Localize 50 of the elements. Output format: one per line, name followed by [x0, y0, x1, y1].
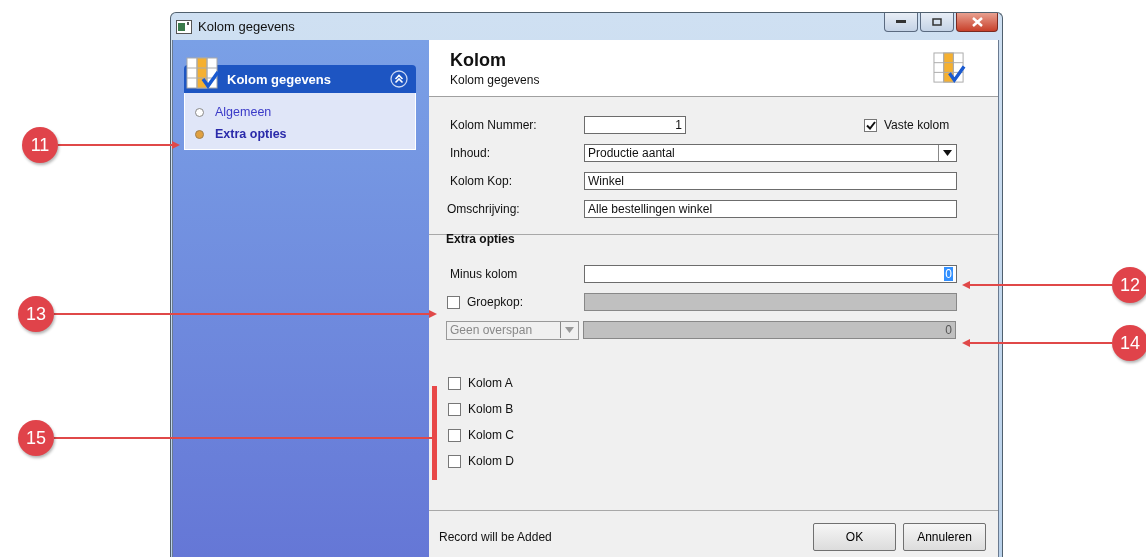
- field-label: Inhoud:: [449, 146, 492, 160]
- sidebar-item[interactable]: Extra opties: [215, 127, 287, 141]
- panel-title: Kolom gegevens: [227, 71, 333, 87]
- text-field[interactable]: Alle bestellingen winkel: [584, 200, 957, 218]
- bullet-icon: [195, 129, 204, 139]
- checkbox-label: Kolom C: [468, 428, 514, 442]
- checkbox-label: Vaste kolom: [884, 118, 950, 132]
- window-title: Kolom gegevens: [198, 19, 296, 34]
- checkbox[interactable]: [448, 454, 461, 468]
- section-title: Extra opties: [445, 235, 516, 248]
- field-label: Minus kolom: [449, 267, 519, 281]
- maximize-icon: [932, 18, 942, 26]
- field-label: Kolom Kop:: [449, 174, 514, 188]
- grid-check-icon: [933, 51, 966, 85]
- callout-badge: 14: [1112, 325, 1146, 361]
- header-subtitle: Kolom gegevens: [450, 72, 541, 87]
- checkbox[interactable]: [864, 118, 877, 132]
- sidebar-item[interactable]: Algemeen: [215, 105, 272, 119]
- collapse-icon[interactable]: [390, 70, 408, 88]
- grid-check-icon: [186, 57, 220, 91]
- checkbox[interactable]: [448, 428, 461, 442]
- bullet-icon: [195, 107, 204, 117]
- checkbox-label: Kolom B: [468, 402, 514, 416]
- callout-badge: 13: [18, 296, 54, 332]
- field-label: Kolom Nummer:: [449, 118, 538, 132]
- field-label: Omschrijving:: [447, 202, 521, 216]
- number-field[interactable]: 1: [584, 116, 686, 134]
- dropdown-value: Productie aantal: [588, 146, 675, 160]
- dialog-button[interactable]: OK: [813, 523, 896, 551]
- dropdown-value: Geen overspan: [450, 323, 533, 337]
- callout-badge: 15: [18, 420, 54, 456]
- checkbox-label: Kolom D: [468, 454, 514, 468]
- callout-badge: 11: [22, 127, 58, 163]
- close-button[interactable]: [956, 13, 998, 32]
- close-icon: [971, 17, 983, 27]
- checkbox[interactable]: [447, 295, 460, 309]
- text-field[interactable]: Winkel: [584, 172, 957, 190]
- header-title: Kolom: [450, 49, 507, 71]
- dropdown[interactable]: Productie aantal: [584, 144, 957, 162]
- status-text: Record will be Added: [439, 530, 553, 544]
- callout-badge: 12: [1112, 267, 1146, 303]
- minimize-button[interactable]: [884, 13, 918, 32]
- minimize-icon: [896, 20, 906, 24]
- window-icon: [176, 19, 192, 34]
- checkbox[interactable]: [448, 376, 461, 390]
- maximize-button[interactable]: [920, 13, 954, 32]
- checkbox-label: Kolom A: [468, 376, 513, 390]
- checkbox[interactable]: [448, 402, 461, 416]
- checkbox-label: Groepkop:: [467, 295, 524, 309]
- dialog-button[interactable]: Annuleren: [903, 523, 986, 551]
